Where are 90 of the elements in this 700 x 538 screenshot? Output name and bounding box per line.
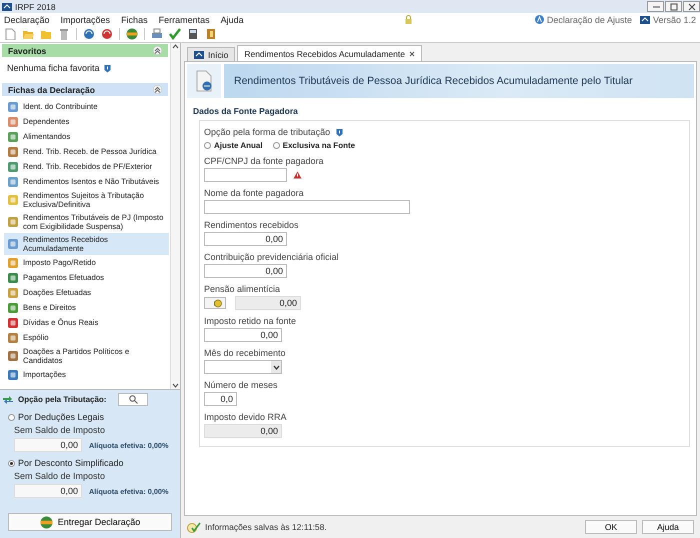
book-icon[interactable] [205, 28, 217, 40]
input-field[interactable] [204, 200, 410, 214]
calculator-icon[interactable] [187, 28, 199, 40]
ok-button[interactable]: OK [585, 520, 637, 534]
new-document-icon[interactable] [4, 28, 16, 40]
app-icon [2, 2, 12, 10]
field-label: Imposto devido RRA [204, 412, 288, 422]
form-icon [7, 272, 19, 284]
help-button[interactable]: Ajuda [642, 520, 694, 534]
section-title: Dados da Fonte Pagadora [192, 105, 299, 118]
input-field[interactable] [204, 168, 287, 182]
form-icon [7, 160, 19, 172]
submit-button[interactable]: Entregar Declaração [8, 513, 172, 531]
field-label: Sem Saldo de Imposto [13, 471, 106, 481]
declaration-type: Declaração de Ajuste [546, 14, 632, 24]
field-label: Sem Saldo de Imposto [13, 425, 106, 435]
value-field: 0,00 [14, 438, 82, 452]
readonly-field: 0,00 [235, 296, 301, 310]
form-icon [7, 350, 19, 362]
menu-item[interactable]: Fichas [121, 14, 148, 24]
window-title: IRPF 2018 [15, 2, 56, 12]
radio-button[interactable] [8, 460, 15, 466]
coin-button[interactable] [204, 297, 226, 309]
radio-button[interactable] [8, 414, 15, 420]
form-icon [7, 238, 19, 250]
radio-label: Por Desconto Simplificado [18, 458, 124, 468]
input-field[interactable]: 0,0 [204, 392, 237, 406]
form-icon [7, 100, 19, 112]
value-field: 0,00 [14, 484, 82, 498]
scroll-up-icon[interactable] [172, 43, 179, 49]
radio-button[interactable] [272, 142, 280, 149]
lock-icon [404, 15, 412, 24]
shield-icon [104, 64, 111, 72]
form-icon [7, 194, 19, 206]
trash-icon[interactable] [58, 28, 70, 40]
readonly-field: 0,00 [204, 424, 282, 438]
saved-icon [187, 522, 201, 532]
radio-label: Ajuste Anual [214, 141, 263, 150]
search-icon[interactable] [128, 395, 138, 404]
form-icon [7, 130, 19, 142]
form-icon [7, 332, 19, 344]
collapse-icon[interactable] [153, 46, 162, 55]
field-label: Opção pela forma de tributação [204, 127, 330, 137]
version-label: Versão 1.2 [652, 14, 696, 24]
input-field[interactable]: 0,00 [204, 232, 287, 246]
field-label: Pensão alimentícia [204, 284, 282, 294]
close-icon[interactable] [408, 50, 415, 56]
printer-icon[interactable] [151, 28, 163, 40]
app-icon [194, 50, 204, 58]
radio-button[interactable] [204, 142, 211, 149]
shield-icon [336, 128, 344, 136]
app-icon [640, 16, 650, 24]
form-icon [7, 256, 19, 268]
form-icon [7, 302, 19, 314]
form-icon [7, 176, 19, 188]
scroll-down-icon[interactable] [172, 383, 179, 389]
form-icon [7, 286, 19, 298]
field-label: CPF/CNPJ da fonte pagadora [204, 156, 325, 166]
input-field[interactable]: 0,00 [204, 264, 287, 278]
field-label: Imposto retido na fonte [204, 316, 298, 326]
empty-message: Nenhuma ficha favorita [7, 63, 100, 73]
status-message: Informações salvas às 12:11:58. [205, 522, 327, 532]
radio-label: Exclusiva na Fonte [282, 141, 356, 150]
field-label: Número de meses [204, 380, 279, 390]
document-icon [195, 70, 213, 92]
search-button[interactable] [118, 393, 148, 406]
radio-label: Por Deduções Legais [18, 412, 104, 422]
field-label: Contribuição previdenciária oficial [204, 252, 340, 262]
form-icon [7, 146, 19, 158]
field-label: Nome da fonte pagadora [204, 188, 305, 198]
collapse-icon[interactable] [153, 85, 162, 94]
caret-icon [272, 364, 280, 370]
field-label: Rendimentos recebidos [204, 220, 300, 230]
menu-item[interactable]: Ferramentas [158, 14, 210, 24]
page-title: Rendimentos Tributáveis de Pessoa Jurídica Recebidos Acumuladamente pelo Titular [234, 75, 633, 87]
section-header[interactable]: Favoritos [8, 46, 46, 56]
form-icon [7, 216, 19, 228]
menu-item[interactable]: Declaração [4, 14, 50, 24]
input-field[interactable]: 0,00 [204, 328, 282, 342]
tab[interactable]: Início [187, 47, 236, 61]
menu-item[interactable]: Importações [60, 14, 110, 24]
form-icon [7, 316, 19, 328]
panel-title: Opção pela Tributação: [18, 395, 106, 404]
menu-item[interactable]: Ajuda [220, 14, 244, 24]
checkmark-icon[interactable] [169, 28, 181, 40]
field-label: Mês do recebimento [204, 348, 287, 358]
arrows-icon [2, 394, 14, 404]
form-icon [7, 116, 19, 128]
form-icon [7, 368, 19, 380]
tab[interactable]: Rendimentos Recebidos Acumuladamente [237, 45, 422, 61]
